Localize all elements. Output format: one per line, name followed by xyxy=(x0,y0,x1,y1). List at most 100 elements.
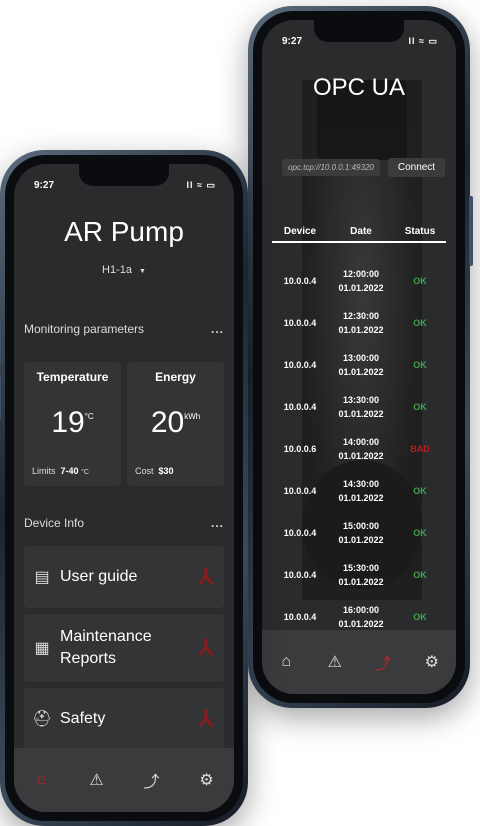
tab-bar: ⌂ ⚠ ⤴ ⚙ xyxy=(14,748,234,812)
table-row[interactable]: 10.0.0.4 15:00:00 01.01.2022 OK xyxy=(272,512,446,554)
power-button xyxy=(469,196,473,266)
gear-icon[interactable]: ⚙ xyxy=(194,767,220,793)
server-address-input[interactable]: opc.tcp://10.0.0.1:49320 xyxy=(282,159,380,176)
tab-bar: ⌂ ⚠ ⤴ ⚙ xyxy=(262,630,456,694)
device-info-list: ▤ User guide ⅄ ▦ Maintenance Reports ⅄ ⛑… xyxy=(24,546,224,756)
table-row[interactable]: 10.0.0.4 13:30:00 01.01.2022 OK xyxy=(272,386,446,428)
mute-switch xyxy=(0,270,1,294)
row-date: 15:30:00 01.01.2022 xyxy=(338,563,384,587)
column-header-date: Date xyxy=(350,226,372,237)
pdf-icon: ⅄ xyxy=(199,564,213,589)
table-row[interactable]: 10.0.0.4 15:30:00 01.01.2022 OK xyxy=(272,554,446,596)
gear-icon[interactable]: ⚙ xyxy=(419,649,445,675)
row-date: 14:00:00 01.01.2022 xyxy=(338,437,384,461)
user-guide-item[interactable]: ▤ User guide ⅄ xyxy=(24,546,224,608)
monitoring-heading: Monitoring parameters xyxy=(24,322,145,336)
book-icon: ▤ xyxy=(34,569,50,586)
row-device: 10.0.0.6 xyxy=(283,444,317,454)
status-time: 9:27 xyxy=(282,36,303,47)
table-row[interactable]: 10.0.0.6 14:00:00 01.01.2022 BAD xyxy=(272,428,446,470)
opc-screen: 9:27 Il ≈ ▭ OPC UA opc.tcp://10.0.0.1:49… xyxy=(262,20,456,694)
connect-button[interactable]: Connect xyxy=(387,158,446,177)
graph-icon[interactable]: ⤴ xyxy=(370,649,396,675)
temperature-limits: Limits 7-40 °C xyxy=(32,466,89,476)
device-selector-value: H1-1a xyxy=(102,264,132,276)
helmet-icon: ⛑ xyxy=(31,711,53,728)
page-title: OPC UA xyxy=(312,74,405,101)
row-date: 13:00:00 01.01.2022 xyxy=(338,353,384,377)
energy-card[interactable]: Energy 20kWh Cost $30 xyxy=(127,362,224,486)
network-icon[interactable]: ⚠ xyxy=(84,767,110,793)
energy-cost: Cost $30 xyxy=(135,466,174,476)
table-row[interactable]: 10.0.0.4 12:00:00 01.01.2022 OK xyxy=(272,260,446,302)
ar-pump-phone: 9:27 Il ≈ ▭ AR Pump H1-1a ▼ Monitoring p… xyxy=(0,150,248,826)
safety-item[interactable]: ⛑ Safety ⅄ xyxy=(24,688,224,750)
status-badge: OK xyxy=(413,360,427,370)
row-device: 10.0.0.4 xyxy=(283,360,317,370)
connection-bar: opc.tcp://10.0.0.1:49320 Connect xyxy=(282,158,446,177)
monitoring-header: Monitoring parameters ... xyxy=(24,322,224,336)
row-device: 10.0.0.4 xyxy=(283,402,317,412)
network-icon[interactable]: ⚠ xyxy=(322,649,348,675)
home-icon[interactable]: ⌂ xyxy=(273,649,299,675)
status-time: 9:27 xyxy=(34,180,55,191)
status-bar: 9:27 Il ≈ ▭ xyxy=(34,180,216,191)
table-header: Device Date Status xyxy=(272,226,446,243)
status-badge: OK xyxy=(413,486,427,496)
info-item-label: User guide xyxy=(60,568,138,585)
row-device: 10.0.0.4 xyxy=(283,528,317,538)
card-title: Energy xyxy=(155,370,196,384)
volume-up-button xyxy=(0,320,1,364)
device-info-heading: Device Info xyxy=(24,516,85,530)
monitoring-cards: Temperature 19°C Limits 7-40 °C Energy 2… xyxy=(24,362,224,486)
column-header-status: Status xyxy=(404,226,436,237)
row-date: 13:30:00 01.01.2022 xyxy=(338,395,384,419)
opc-table-body: 10.0.0.4 12:00:00 01.01.2022 OK 10.0.0.4 12:3… xyxy=(272,260,446,638)
row-date: 16:00:00 01.01.2022 xyxy=(338,605,384,629)
maintenance-reports-item[interactable]: ▦ Maintenance Reports ⅄ xyxy=(24,614,224,682)
temperature-value: 19°C xyxy=(51,406,94,439)
row-date: 12:00:00 01.01.2022 xyxy=(338,269,384,293)
energy-value: 20kWh xyxy=(150,406,201,439)
chevron-down-icon: ▼ xyxy=(139,268,146,275)
signal-icon: Il ≈ ▭ xyxy=(408,36,438,46)
status-bar: 9:27 Il ≈ ▭ xyxy=(282,36,438,47)
status-badge: OK xyxy=(413,612,427,622)
table-row[interactable]: 10.0.0.4 13:00:00 01.01.2022 OK xyxy=(272,344,446,386)
status-badge: OK xyxy=(413,318,427,328)
status-badge: BAD xyxy=(410,444,430,454)
row-device: 10.0.0.4 xyxy=(283,612,317,622)
pdf-icon: ⅄ xyxy=(199,635,213,660)
info-item-label: Safety xyxy=(60,710,106,727)
app-title: AR Pump xyxy=(64,216,184,247)
opc-phone: 9:27 Il ≈ ▭ OPC UA opc.tcp://10.0.0.1:49… xyxy=(248,6,473,708)
home-icon[interactable]: ⌂ xyxy=(29,767,55,793)
row-device: 10.0.0.4 xyxy=(283,276,317,286)
column-header-device: Device xyxy=(283,226,317,237)
temperature-card[interactable]: Temperature 19°C Limits 7-40 °C xyxy=(24,362,121,486)
status-badge: OK xyxy=(413,276,427,286)
graph-icon[interactable]: ⤴ xyxy=(139,767,165,793)
row-date: 15:00:00 01.01.2022 xyxy=(338,521,384,545)
signal-icon: Il ≈ ▭ xyxy=(186,180,216,190)
ar-pump-screen: 9:27 Il ≈ ▭ AR Pump H1-1a ▼ Monitoring p… xyxy=(14,164,234,812)
more-options-icon[interactable]: ... xyxy=(211,322,224,336)
row-date: 14:30:00 01.01.2022 xyxy=(338,479,384,503)
more-options-icon[interactable]: ... xyxy=(211,516,224,530)
status-badge: OK xyxy=(413,528,427,538)
volume-down-button xyxy=(0,376,1,420)
pdf-icon: ⅄ xyxy=(199,706,213,731)
status-badge: OK xyxy=(413,402,427,412)
device-info-header: Device Info ... xyxy=(24,516,224,530)
table-row[interactable]: 10.0.0.4 12:30:00 01.01.2022 OK xyxy=(272,302,446,344)
table-row[interactable]: 10.0.0.4 14:30:00 01.01.2022 OK xyxy=(272,470,446,512)
status-badge: OK xyxy=(413,570,427,580)
info-item-label: Maintenance Reports xyxy=(60,628,152,667)
card-title: Temperature xyxy=(36,370,109,384)
row-date: 12:30:00 01.01.2022 xyxy=(338,311,384,335)
row-device: 10.0.0.4 xyxy=(283,570,317,580)
row-device: 10.0.0.4 xyxy=(283,486,317,496)
report-icon: ▦ xyxy=(34,640,50,657)
row-device: 10.0.0.4 xyxy=(283,318,317,328)
device-selector[interactable]: H1-1a ▼ xyxy=(14,264,234,276)
